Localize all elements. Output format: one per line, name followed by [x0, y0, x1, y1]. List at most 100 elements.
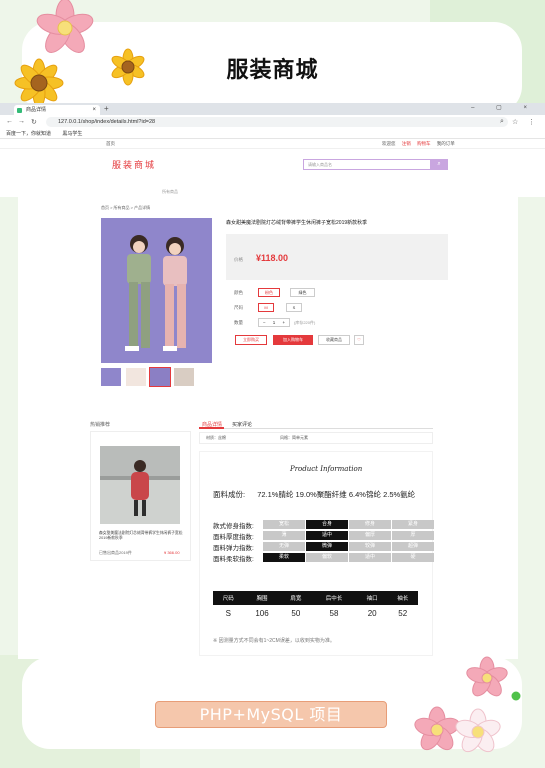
favorite-button[interactable]: 收藏商品 — [318, 335, 350, 345]
favicon-icon — [17, 108, 22, 113]
size-option[interactable]: M — [258, 303, 274, 312]
buy-now-button[interactable]: 立即购买 — [235, 335, 267, 345]
browser-window: 商品详情 × + – ▢ × ← → ↻ 127.0.0.1/shop/inde… — [0, 103, 545, 197]
site-logo[interactable]: 服装商城 — [112, 158, 156, 171]
hot-product-photo — [100, 446, 180, 524]
browser-tab[interactable]: 商品详情 × — [14, 105, 100, 115]
search-button[interactable]: ⌕ — [430, 159, 448, 170]
url-field[interactable]: 127.0.0.1/shop/index/details.html?id=28 — [46, 117, 508, 127]
bookmark-item[interactable]: 百度一下，你就知道 — [6, 131, 51, 137]
thumbnail[interactable] — [174, 368, 194, 386]
size-cell: 58 — [329, 609, 339, 618]
price-label: 价格 — [234, 257, 243, 262]
attribute-bar: 材质：丝棉 风格：简单元素 — [199, 432, 433, 444]
index-cell: 修身 — [349, 520, 391, 529]
stock-text: (库存220件) — [294, 320, 316, 325]
qty-value[interactable]: 1 — [273, 320, 276, 325]
pink-flower-decoration — [466, 656, 508, 697]
index-label: 面料柔软指数: — [213, 556, 254, 563]
size-option[interactable]: S — [286, 303, 302, 312]
qty-minus-button[interactable]: − — [263, 320, 266, 325]
qty-plus-button[interactable]: + — [283, 320, 286, 325]
size-header-cell: 胸围 — [243, 591, 281, 605]
measurement-note: ※ 因测量方式不同会有1~2CM误差，以收到实物为准。 — [213, 638, 335, 644]
logout-link[interactable]: 注销 — [402, 141, 411, 146]
breadcrumb: 首页 > 所有商品 > 产品详情 — [101, 205, 151, 210]
product-information-title: Product Information — [290, 465, 363, 473]
orders-link[interactable]: 我的订单 — [437, 141, 455, 146]
product-title: 森女甜美魔法剧院灯芯绒背带裤学生休闲裤子宽松2019新款秋季 — [226, 220, 368, 226]
price-value: ¥118.00 — [256, 253, 289, 263]
size-header-cell: 肩宽 — [280, 591, 312, 605]
size-cell: S — [225, 609, 231, 618]
index-cell: 适中 — [349, 553, 391, 562]
tab-divider — [199, 428, 433, 429]
hot-product-name[interactable]: 森女甜美魔法剧院灯芯绒背带裤学生休闲裤子宽松2019新款秋季 — [99, 531, 183, 541]
index-cell: 厚 — [392, 531, 434, 540]
site-header: 服装商城 请输入商品名 ⌕ — [0, 149, 545, 175]
index-cell: 紧身 — [392, 520, 434, 529]
index-cell: 适中 — [306, 531, 348, 540]
attr-style: 风格：简单元素 — [280, 435, 308, 440]
green-dot-decoration — [511, 691, 521, 701]
size-cell: 50 — [291, 609, 301, 618]
color-option[interactable]: 粉色 — [258, 288, 280, 297]
index-cell: 较弹 — [349, 542, 391, 551]
heart-icon[interactable]: ♡ — [354, 335, 364, 345]
thumbnail-strip — [101, 367, 196, 387]
hot-product-price: ¥ 366.00 — [164, 550, 180, 555]
nav-all-products[interactable]: 所有商品 — [162, 189, 178, 195]
zoom-icon[interactable]: ⌕ — [500, 118, 504, 126]
project-label: PHP+MySQL 项目 — [155, 701, 387, 728]
product-main-image — [101, 218, 212, 363]
window-controls[interactable]: – ▢ × — [471, 104, 537, 111]
hot-label: 热销推荐 — [90, 422, 111, 428]
table-row: S 106 50 58 20 52 — [213, 605, 418, 622]
tab-reviews[interactable]: 买家评论 — [232, 421, 252, 428]
close-tab-icon[interactable]: × — [92, 105, 96, 115]
tab-active-indicator — [199, 427, 224, 429]
new-tab-icon[interactable]: + — [104, 104, 109, 113]
price-box: 价格 ¥118.00 — [226, 234, 448, 280]
bookmarks-bar: 百度一下，你就知道 黑马学生 — [0, 129, 545, 139]
index-label: 款式修身指数: — [213, 523, 254, 530]
cart-link[interactable]: 购物车 — [417, 141, 431, 146]
thumbnail[interactable] — [149, 367, 171, 387]
add-to-cart-button[interactable]: 加入购物车 — [273, 335, 313, 345]
size-header-cell: 袖口 — [356, 591, 388, 605]
forward-icon[interactable]: → — [18, 118, 25, 125]
tab-title: 商品详情 — [26, 107, 47, 113]
fabric-row: 面料成份: 72.1%腈纶 19.0%聚酯纤维 6.4%锦纶 2.5%氨纶 — [213, 489, 415, 500]
index-cell: 偏软 — [306, 553, 348, 562]
white-flower-decoration — [455, 708, 501, 753]
yellow-flower-small-decoration — [111, 48, 145, 86]
quantity-label: 数量 — [234, 320, 243, 325]
address-bar-row: ← → ↻ 127.0.0.1/shop/index/details.html?… — [0, 115, 545, 129]
welcome-text: 欢迎您 — [382, 141, 396, 146]
color-option[interactable]: 绿色 — [290, 288, 315, 297]
thumbnail[interactable] — [126, 368, 146, 386]
quantity-stepper[interactable]: − 1 + — [258, 318, 290, 327]
size-header-cell: 尺码 — [213, 591, 244, 605]
index-label: 面料弹力指数: — [213, 545, 254, 552]
product-photo — [101, 218, 212, 363]
hot-product-sold: 已售出商品2019件 — [99, 550, 132, 555]
index-cell: 柔软 — [263, 553, 305, 562]
hot-product-image[interactable] — [100, 446, 180, 524]
size-cell: 20 — [367, 609, 377, 618]
bookmark-star-icon[interactable]: ☆ — [512, 118, 518, 126]
size-cell: 106 — [255, 609, 269, 618]
home-link[interactable]: 首页 — [106, 139, 115, 149]
fabric-value: 72.1%腈纶 19.0%聚酯纤维 6.4%锦纶 2.5%氨纶 — [257, 490, 416, 499]
bookmark-item[interactable]: 黑马学生 — [62, 131, 82, 137]
size-header-cell: 后中长 — [311, 591, 357, 605]
back-icon[interactable]: ← — [6, 118, 13, 125]
index-cell: 硬 — [392, 553, 434, 562]
search-input[interactable]: 请输入商品名 — [303, 159, 431, 170]
thumbnail[interactable] — [101, 368, 121, 386]
index-cell: 超弹 — [392, 542, 434, 551]
reload-icon[interactable]: ↻ — [31, 118, 37, 126]
index-cell: 合身 — [306, 520, 348, 529]
menu-icon[interactable]: ⋮ — [528, 118, 535, 126]
index-cell: 无弹 — [263, 542, 305, 551]
